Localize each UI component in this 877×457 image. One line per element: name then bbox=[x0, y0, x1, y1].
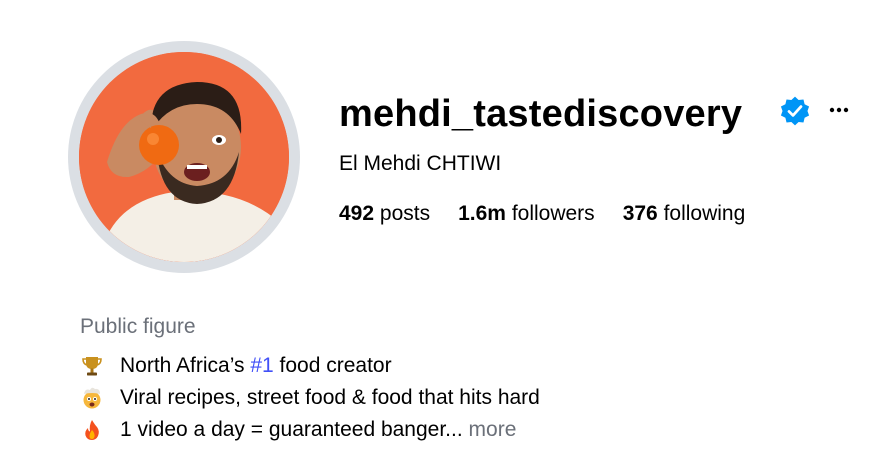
avatar-photo bbox=[79, 52, 289, 262]
trophy-icon bbox=[82, 357, 102, 376]
bio: North Africa’s #1 food creator Viral rec… bbox=[80, 350, 540, 446]
profile-category: Public figure bbox=[80, 315, 196, 338]
following-stat[interactable]: 376 following bbox=[623, 200, 746, 228]
posts-count: 492 bbox=[339, 202, 375, 225]
more-options-icon[interactable] bbox=[825, 98, 853, 122]
verified-badge-icon bbox=[780, 96, 810, 126]
bio-line-3-text: 1 video a day = guaranteed banger... bbox=[120, 418, 463, 441]
bio-line-2-text: Viral recipes, street food & food that h… bbox=[120, 386, 540, 409]
more-link[interactable]: more bbox=[469, 414, 517, 446]
profile-stats: 492 posts 1.6m followers 376 following bbox=[339, 200, 745, 228]
posts-stat[interactable]: 492 posts bbox=[339, 200, 430, 228]
followers-stat[interactable]: 1.6m followers bbox=[458, 200, 595, 228]
following-count: 376 bbox=[622, 202, 658, 225]
bio-line-1-post: food creator bbox=[273, 354, 392, 377]
full-name: El Mehdi CHTIWI bbox=[339, 152, 502, 175]
followers-label: followers bbox=[511, 202, 595, 225]
exploding-head-icon bbox=[83, 387, 101, 409]
avatar[interactable] bbox=[79, 52, 289, 262]
bio-line-3: 1 video a day = guaranteed banger... mor… bbox=[80, 414, 540, 446]
bio-line-2: Viral recipes, street food & food that h… bbox=[80, 382, 540, 414]
followers-count: 1.6m bbox=[458, 202, 506, 225]
following-label: following bbox=[663, 202, 746, 225]
username[interactable]: mehdi_tastediscovery bbox=[339, 88, 742, 140]
fire-icon bbox=[85, 420, 99, 440]
hashtag-link[interactable]: #1 bbox=[250, 350, 273, 382]
bio-line-1: North Africa’s #1 food creator bbox=[80, 350, 540, 382]
bio-line-1-pre: North Africa’s bbox=[120, 354, 251, 377]
posts-label: posts bbox=[379, 202, 431, 225]
profile-header: mehdi_tastediscovery El Mehdi CHTIWI 492… bbox=[0, 0, 877, 457]
